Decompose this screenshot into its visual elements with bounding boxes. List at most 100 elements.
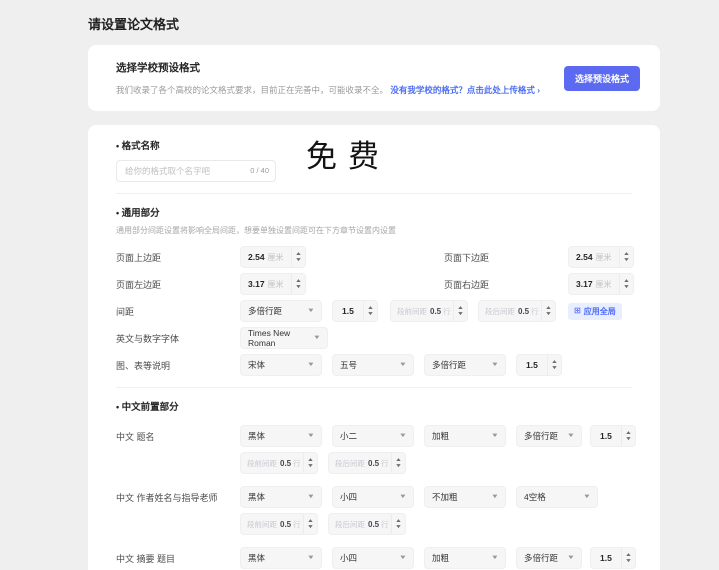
stepper-arrows[interactable]: ▲ ▼ <box>619 247 633 267</box>
margin-top-stepper[interactable]: 2.54 厘米 ▲ ▼ <box>240 246 306 268</box>
stepper-arrows[interactable]: ▲ ▼ <box>391 453 405 473</box>
choose-preset-button[interactable]: 选择预设格式 <box>563 65 640 91</box>
stepper-down-icon[interactable]: ▼ <box>623 257 630 263</box>
author-indent-select[interactable]: 4空格 ▼ <box>516 486 598 508</box>
stepper-arrows[interactable]: ▲ ▼ <box>453 301 467 321</box>
english-font-select[interactable]: Times New Roman ▼ <box>240 327 328 349</box>
char-counter: 0 / 40 <box>250 166 269 175</box>
stepper-down-icon[interactable]: ▼ <box>395 524 402 530</box>
margin-left-stepper[interactable]: 3.17 厘米 ▲ ▼ <box>240 273 306 295</box>
caption-line-value-stepper[interactable]: 1.5 ▲ ▼ <box>516 354 562 376</box>
general-section-label: 通用部分 <box>116 205 632 219</box>
chevron-down-icon: ▼ <box>490 433 500 439</box>
caption-size-select[interactable]: 五号 ▼ <box>332 354 414 376</box>
title-weight-select[interactable]: 加粗 ▼ <box>424 425 506 447</box>
abstract-line-value-stepper[interactable]: 1.5 ▲ ▼ <box>590 547 636 569</box>
apply-global-badge[interactable]: ⊞ 应用全局 <box>568 302 622 320</box>
dropdown-value: 小二 <box>340 431 358 441</box>
stepper-label: 段后间距 <box>335 458 365 468</box>
chevron-down-icon: ▼ <box>398 555 408 561</box>
abstract-weight-select[interactable]: 加粗 ▼ <box>424 547 506 569</box>
space-after-stepper[interactable]: 段后间距 0.5 行 ▲ ▼ <box>478 300 556 322</box>
general-section-note: 通用部分间距设置将影响全局间距，想要单独设置间距可在下方章节设置内设置 <box>116 226 396 235</box>
stepper-arrows[interactable]: ▲ ▼ <box>291 247 305 267</box>
space-after-stepper[interactable]: 段后间距 0.5 行 ▲ ▼ <box>328 452 406 474</box>
page-title: 请设置论文格式 <box>88 17 180 32</box>
stepper-down-icon[interactable]: ▼ <box>307 524 314 530</box>
upload-format-link[interactable]: 没有我学校的格式？点击此处上传格式 › <box>390 85 540 95</box>
english-font-row: 英文与数字字体 Times New Roman ▼ <box>116 327 632 349</box>
chevron-down-icon: ▼ <box>306 555 316 561</box>
stepper-unit: 行 <box>531 306 539 316</box>
chevron-down-icon: ▼ <box>306 362 316 368</box>
stepper-down-icon[interactable]: ▼ <box>623 284 630 290</box>
stepper-down-icon[interactable]: ▼ <box>307 463 314 469</box>
stepper-down-icon[interactable]: ▼ <box>295 284 302 290</box>
english-font-label: 英文与数字字体 <box>116 333 180 344</box>
space-before-stepper[interactable]: 段前间距 0.5 行 ▲ ▼ <box>240 513 318 535</box>
caption-line-mode-select[interactable]: 多倍行距 ▼ <box>424 354 506 376</box>
abstract-font-select[interactable]: 黑体 ▼ <box>240 547 322 569</box>
chevron-down-icon: ▼ <box>312 335 322 341</box>
stepper-arrows[interactable]: ▲ ▼ <box>547 355 561 375</box>
stepper-value: 0.5 <box>280 519 292 529</box>
dropdown-value: 多倍行距 <box>524 553 559 563</box>
abstract-line-mode-select[interactable]: 多倍行距 ▼ <box>516 547 582 569</box>
divider <box>116 193 632 194</box>
margin-bottom-stepper[interactable]: 2.54 厘米 ▲ ▼ <box>568 246 634 268</box>
stepper-value: 1.5 <box>600 431 612 441</box>
stepper-down-icon[interactable]: ▼ <box>295 257 302 263</box>
dropdown-value: 4空格 <box>524 492 546 502</box>
chevron-down-icon: ▼ <box>306 433 316 439</box>
stepper-down-icon[interactable]: ▼ <box>545 311 552 317</box>
stepper-arrows[interactable]: ▲ ▼ <box>363 301 377 321</box>
title-size-select[interactable]: 小二 ▼ <box>332 425 414 447</box>
abstract-size-select[interactable]: 小四 ▼ <box>332 547 414 569</box>
stepper-down-icon[interactable]: ▼ <box>457 311 464 317</box>
stepper-arrows[interactable]: ▲ ▼ <box>621 548 635 568</box>
space-before-stepper[interactable]: 段前间距 0.5 行 ▲ ▼ <box>390 300 468 322</box>
stepper-value: 3.17 <box>576 279 593 289</box>
author-size-select[interactable]: 小四 ▼ <box>332 486 414 508</box>
stepper-arrows[interactable]: ▲ ▼ <box>621 426 635 446</box>
margin-row-1: 页面上边距 2.54 厘米 ▲ ▼ 页面下边距 2.54 厘米 ▲ ▼ <box>116 246 634 268</box>
title-line-mode-select[interactable]: 多倍行距 ▼ <box>516 425 582 447</box>
caption-row: 图、表等说明 宋体 ▼ 五号 ▼ 多倍行距 ▼ 1.5 ▲ ▼ <box>116 354 632 376</box>
author-weight-select[interactable]: 不加粗 ▼ <box>424 486 506 508</box>
stepper-arrows[interactable]: ▲ ▼ <box>541 301 555 321</box>
chevron-down-icon: ▼ <box>306 494 316 500</box>
stepper-down-icon[interactable]: ▼ <box>551 365 558 371</box>
stepper-arrows[interactable]: ▲ ▼ <box>303 453 317 473</box>
dropdown-value: 多倍行距 <box>432 360 467 370</box>
stepper-value: 1.5 <box>526 360 538 370</box>
stepper-arrows[interactable]: ▲ ▼ <box>619 274 633 294</box>
stepper-arrows[interactable]: ▲ ▼ <box>391 514 405 534</box>
chevron-down-icon: ▼ <box>490 555 500 561</box>
stepper-down-icon[interactable]: ▼ <box>625 558 632 564</box>
line-spacing-value-stepper[interactable]: 1.5 ▲ ▼ <box>332 300 378 322</box>
stepper-down-icon[interactable]: ▼ <box>625 436 632 442</box>
dropdown-value: 五号 <box>340 360 358 370</box>
stepper-unit: 行 <box>381 519 389 529</box>
author-font-select[interactable]: 黑体 ▼ <box>240 486 322 508</box>
dropdown-value: 多倍行距 <box>524 431 559 441</box>
chevron-down-icon: ▼ <box>306 308 316 314</box>
margin-bottom-group: 页面下边距 2.54 厘米 ▲ ▼ <box>444 246 719 268</box>
stepper-arrows[interactable]: ▲ ▼ <box>303 514 317 534</box>
stepper-arrows[interactable]: ▲ ▼ <box>291 274 305 294</box>
line-spacing-mode-select[interactable]: 多倍行距 ▼ <box>240 300 322 322</box>
chinese-author-label: 中文 作者姓名与指导老师 <box>116 492 218 503</box>
stepper-down-icon[interactable]: ▼ <box>395 463 402 469</box>
space-before-stepper[interactable]: 段前间距 0.5 行 ▲ ▼ <box>240 452 318 474</box>
preset-desc-text: 我们收录了各个高校的论文格式要求，目前正在完善中，可能收录不全。 <box>116 85 389 95</box>
space-after-stepper[interactable]: 段后间距 0.5 行 ▲ ▼ <box>328 513 406 535</box>
stepper-label: 段前间距 <box>247 458 277 468</box>
dropdown-value: Times New Roman <box>248 328 291 348</box>
caption-font-select[interactable]: 宋体 ▼ <box>240 354 322 376</box>
chinese-abstract-label: 中文 摘要 题目 <box>116 553 176 564</box>
margin-bottom-label: 页面下边距 <box>444 252 490 263</box>
margin-right-stepper[interactable]: 3.17 厘米 ▲ ▼ <box>568 273 634 295</box>
title-font-select[interactable]: 黑体 ▼ <box>240 425 322 447</box>
title-line-value-stepper[interactable]: 1.5 ▲ ▼ <box>590 425 636 447</box>
stepper-down-icon[interactable]: ▼ <box>367 311 374 317</box>
